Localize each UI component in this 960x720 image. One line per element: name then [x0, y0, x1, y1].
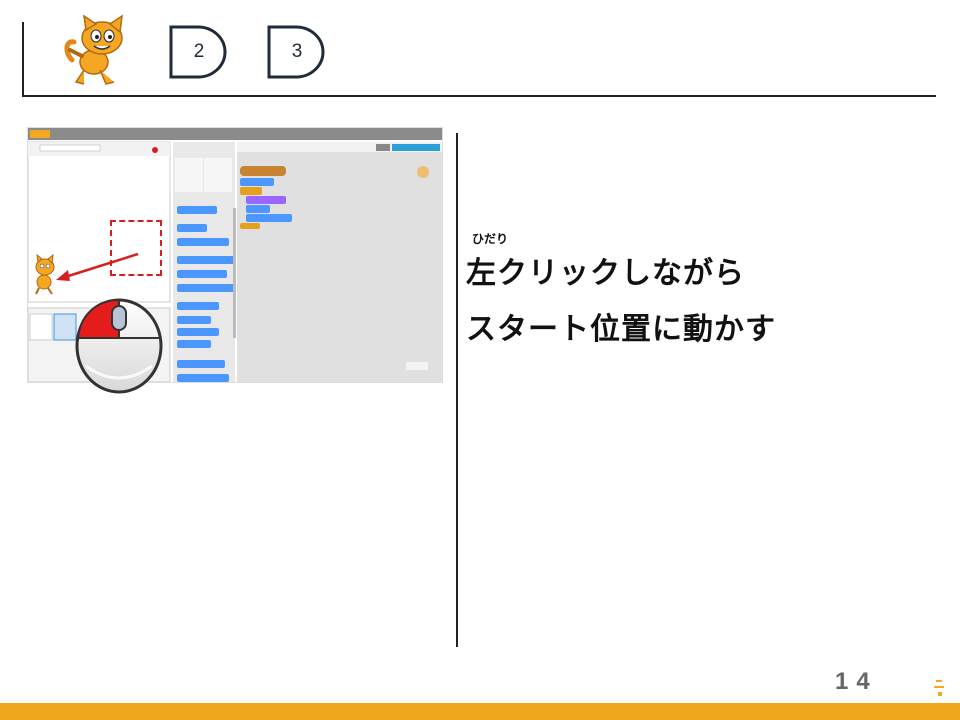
mouse-left-click-icon: [72, 286, 166, 396]
footer-accent-bar: [0, 703, 960, 720]
column-divider: [456, 133, 458, 647]
cat-sprite[interactable]: [32, 253, 56, 296]
header-bottom-rule: [22, 95, 936, 97]
step-badge-2: 2: [168, 24, 230, 80]
step-badge-3: 3: [266, 24, 328, 80]
corner-logo-icon: [930, 676, 950, 704]
instruction-line-1: 左クリックしながら: [466, 256, 745, 291]
step-number: 2: [193, 41, 205, 62]
scratch-cat-logo: [62, 12, 134, 90]
header-left-rule: [22, 22, 24, 96]
page-number: 14: [835, 668, 878, 695]
drag-arrow: [56, 252, 139, 281]
instruction-line-2: スタート位置に動かす: [466, 312, 776, 347]
step-number: 3: [291, 41, 303, 62]
furigana-ruby: ひだり: [472, 232, 509, 246]
